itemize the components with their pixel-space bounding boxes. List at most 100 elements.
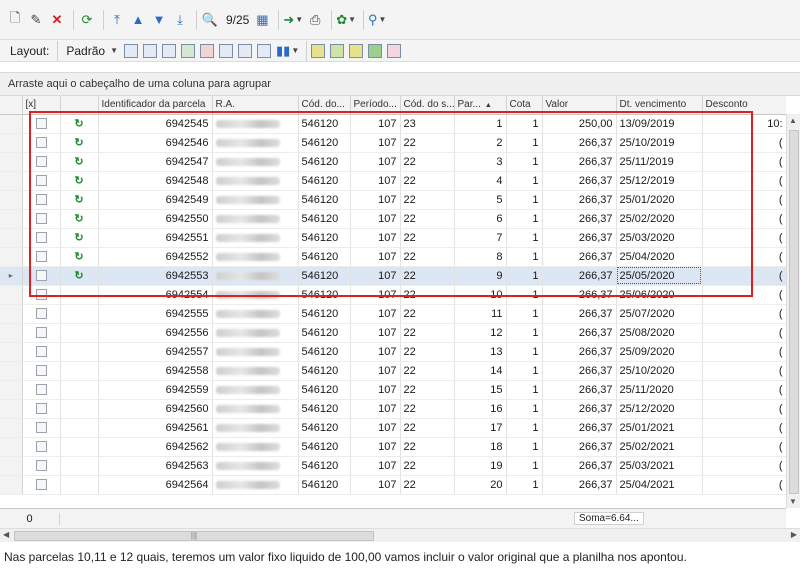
quota-cell[interactable]: 1	[506, 399, 543, 419]
ra-cell[interactable]	[212, 171, 299, 191]
select-checkbox[interactable]	[22, 247, 61, 267]
service-code-cell[interactable]: 22	[400, 247, 455, 267]
select-checkbox[interactable]	[22, 342, 61, 362]
table-row[interactable]: ↻ 6942551 546120 107 22 7 1 266,37 25/03/2020(	[0, 228, 786, 248]
checkbox[interactable]	[35, 156, 47, 168]
code-cell[interactable]: 546120	[298, 323, 351, 343]
ra-cell[interactable]	[212, 152, 299, 172]
installment-id-cell[interactable]: 6942558	[98, 361, 213, 381]
quota-cell[interactable]: 1	[506, 361, 543, 381]
discount-cell[interactable]: (	[702, 361, 786, 381]
installment-id-cell[interactable]: 6942559	[98, 380, 213, 400]
code-cell[interactable]: 546120	[298, 190, 351, 210]
period-cell[interactable]: 107	[350, 437, 401, 457]
export-layout-icon[interactable]	[257, 43, 271, 58]
select-checkbox[interactable]	[22, 475, 61, 495]
installment-cell[interactable]: 14	[454, 361, 507, 381]
checkbox[interactable]	[35, 327, 47, 339]
installment-id-cell[interactable]: 6942552	[98, 247, 213, 267]
filter-row-icon[interactable]	[238, 43, 252, 58]
ra-cell[interactable]	[212, 209, 299, 229]
service-code-cell[interactable]: 22	[400, 399, 455, 419]
installment-id-cell[interactable]: 6942556	[98, 323, 213, 343]
discount-cell[interactable]: (	[702, 190, 786, 210]
installment-id-cell[interactable]: 6942549	[98, 190, 213, 210]
installment-id-cell[interactable]: 6942547	[98, 152, 213, 172]
expand-icon[interactable]	[181, 43, 195, 58]
period-cell[interactable]: 107	[350, 456, 401, 476]
checkbox[interactable]	[35, 270, 47, 282]
checkbox[interactable]	[35, 346, 47, 358]
table-row[interactable]: ↻ 6942546 546120 107 22 2 1 266,37 25/10/2019(	[0, 133, 786, 153]
select-checkbox[interactable]	[22, 209, 61, 229]
font-icon[interactable]	[387, 43, 402, 58]
period-cell[interactable]: 107	[350, 285, 401, 305]
scroll-left-icon[interactable]: ◀	[3, 530, 9, 539]
ra-cell[interactable]	[212, 133, 299, 153]
installment-cell[interactable]: 20	[454, 475, 507, 495]
quota-cell[interactable]: 1	[506, 304, 543, 324]
installment-id-cell[interactable]: 6942545	[98, 114, 213, 134]
checkbox[interactable]	[35, 384, 47, 396]
ra-cell[interactable]	[212, 380, 299, 400]
collapse-icon[interactable]	[200, 43, 214, 58]
installment-id-cell[interactable]: 6942553	[98, 266, 213, 286]
service-code-cell[interactable]: 22	[400, 171, 455, 191]
column-header-quota[interactable]: Cota	[506, 96, 543, 115]
quota-cell[interactable]: 1	[506, 266, 543, 286]
ra-cell[interactable]	[212, 342, 299, 362]
table-row[interactable]: ↻ 6942548 546120 107 22 4 1 266,37 25/12/2019(	[0, 171, 786, 191]
installment-id-cell[interactable]: 6942562	[98, 437, 213, 457]
value-cell[interactable]: 266,37	[542, 152, 617, 172]
table-row[interactable]: 6942560 546120 107 22 16 1 266,37 25/12/2020(	[0, 399, 786, 419]
value-cell[interactable]: 266,37	[542, 475, 617, 495]
column-header-select[interactable]: [x]	[22, 96, 61, 115]
value-cell[interactable]: 266,37	[542, 304, 617, 324]
quota-cell[interactable]: 1	[506, 285, 543, 305]
column-header-code[interactable]: Cód. do...	[298, 96, 351, 115]
view-mode-2-icon[interactable]	[330, 43, 345, 58]
value-cell[interactable]: 266,37	[542, 171, 617, 191]
quota-cell[interactable]: 1	[506, 190, 543, 210]
table-row[interactable]: ↻ 6942547 546120 107 22 3 1 266,37 25/11/2019(	[0, 152, 786, 172]
discount-cell[interactable]: 10:	[702, 114, 786, 134]
scroll-up-icon[interactable]: ▲	[789, 116, 797, 125]
installment-id-cell[interactable]: 6942555	[98, 304, 213, 324]
installment-id-cell[interactable]: 6942550	[98, 209, 213, 229]
installment-id-cell[interactable]: 6942546	[98, 133, 213, 153]
installment-cell[interactable]: 13	[454, 342, 507, 362]
code-cell[interactable]: 546120	[298, 209, 351, 229]
period-cell[interactable]: 107	[350, 133, 401, 153]
checkbox[interactable]	[35, 175, 47, 187]
checkbox[interactable]	[35, 460, 47, 472]
value-cell[interactable]: 266,37	[542, 247, 617, 267]
period-cell[interactable]: 107	[350, 247, 401, 267]
code-cell[interactable]: 546120	[298, 437, 351, 457]
discount-cell[interactable]: (	[702, 266, 786, 286]
first-record-icon[interactable]: ⤒	[108, 10, 126, 30]
discount-cell[interactable]: (	[702, 228, 786, 248]
view-mode-4-icon[interactable]	[368, 43, 383, 58]
period-cell[interactable]: 107	[350, 323, 401, 343]
due-date-cell[interactable]: 25/02/2021	[616, 437, 703, 457]
layout-dropdown[interactable]: Padrão	[66, 44, 105, 58]
installment-cell[interactable]: 10	[454, 285, 507, 305]
quota-cell[interactable]: 1	[506, 228, 543, 248]
layout-dropdown-arrow-icon[interactable]: ▼	[110, 46, 118, 55]
value-cell[interactable]: 266,37	[542, 380, 617, 400]
discount-cell[interactable]: (	[702, 418, 786, 438]
installment-id-cell[interactable]: 6942561	[98, 418, 213, 438]
installment-cell[interactable]: 8	[454, 247, 507, 267]
ra-cell[interactable]	[212, 190, 299, 210]
checkbox[interactable]	[35, 137, 47, 149]
value-cell[interactable]: 266,37	[542, 361, 617, 381]
ra-cell[interactable]	[212, 418, 299, 438]
discount-cell[interactable]: (	[702, 399, 786, 419]
period-cell[interactable]: 107	[350, 475, 401, 495]
value-cell[interactable]: 266,37	[542, 266, 617, 286]
code-cell[interactable]: 546120	[298, 361, 351, 381]
select-checkbox[interactable]	[22, 304, 61, 324]
ra-cell[interactable]	[212, 323, 299, 343]
horizontal-scrollbar[interactable]: ◀ ||| ▶	[0, 528, 800, 542]
code-cell[interactable]: 546120	[298, 133, 351, 153]
